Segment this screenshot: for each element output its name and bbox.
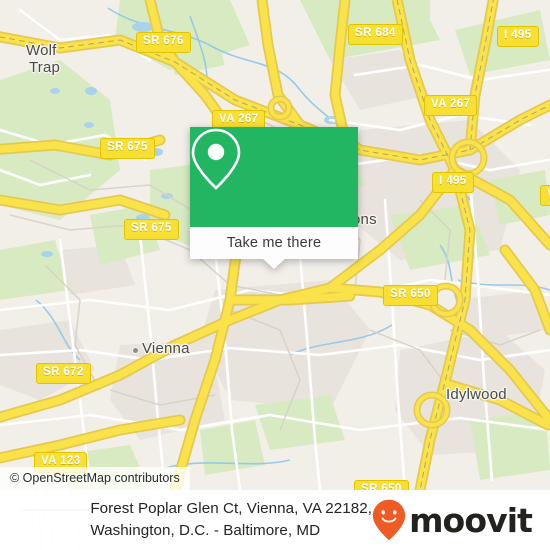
map-attribution[interactable]: © OpenStreetMap contributors: [0, 467, 190, 490]
location-title: Forest Poplar Glen Ct, Vienna, VA 22182,…: [90, 498, 372, 541]
location-title-line2: Washington, D.C. - Baltimore, MD: [90, 522, 321, 539]
location-title-line1: Forest Poplar Glen Ct, Vienna, VA 22182,: [90, 500, 373, 518]
popup-action-row[interactable]: Take me there: [190, 227, 358, 259]
popup-header: [190, 127, 358, 227]
footer-watermark: [22, 490, 91, 550]
popup-tail: [263, 259, 285, 269]
map-canvas[interactable]: Wolf Trap Vienna Idylwood ons SR 676 SR …: [0, 0, 550, 490]
map-pin-icon: [191, 128, 241, 190]
location-popup-card[interactable]: Take me there: [190, 127, 358, 269]
footer-bar: Forest Poplar Glen Ct, Vienna, VA 22182,…: [0, 490, 550, 550]
moovit-wordmark: moovit: [409, 500, 533, 540]
take-me-there-label: Take me there: [226, 235, 322, 251]
moovit-logo[interactable]: moovit: [372, 499, 533, 541]
moovit-map-screenshot: Wolf Trap Vienna Idylwood ons SR 676 SR …: [0, 0, 550, 550]
moovit-smiley-pin-icon: [372, 499, 406, 541]
